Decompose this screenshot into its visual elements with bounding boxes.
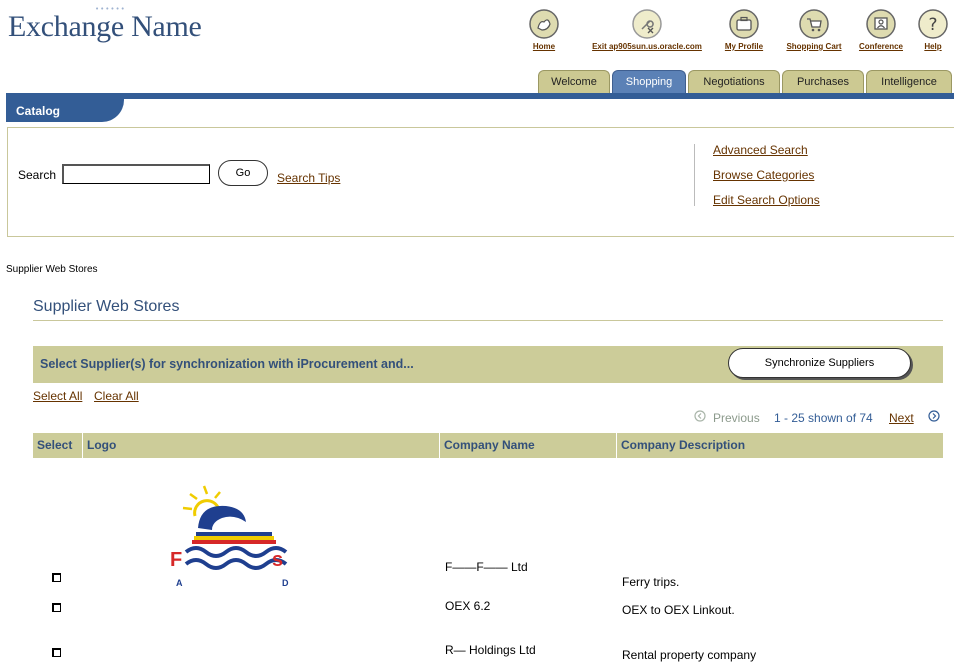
breadcrumb: Supplier Web Stores bbox=[6, 264, 98, 275]
column-header-logo: Logo bbox=[87, 438, 117, 452]
help-icon: ? bbox=[918, 9, 948, 39]
next-arrow-icon[interactable] bbox=[928, 410, 940, 422]
company-name: R— Holdings Ltd bbox=[445, 643, 536, 657]
global-link-shopping-cart[interactable]: Shopping Cart bbox=[779, 8, 849, 51]
company-description: OEX to OEX Linkout. bbox=[622, 603, 735, 617]
company-name: F——F—— Ltd bbox=[445, 560, 528, 574]
shopping-cart-icon bbox=[799, 9, 829, 39]
page-title: Supplier Web Stores bbox=[33, 298, 180, 315]
home-icon bbox=[529, 9, 559, 39]
tab-welcome[interactable]: Welcome bbox=[538, 70, 610, 93]
company-description: Rental property company bbox=[622, 648, 757, 662]
search-input[interactable] bbox=[62, 164, 210, 184]
global-link-label: My Profile bbox=[724, 42, 764, 51]
svg-text:F: F bbox=[170, 549, 182, 571]
column-divider bbox=[439, 433, 440, 458]
global-link-home[interactable]: Home bbox=[524, 8, 564, 51]
svg-text:?: ? bbox=[928, 15, 937, 35]
global-link-label: Shopping Cart bbox=[786, 42, 842, 51]
search-label: Search bbox=[18, 168, 57, 182]
conference-icon bbox=[866, 9, 896, 39]
svg-text:s: s bbox=[272, 549, 283, 571]
global-link-label: Home bbox=[532, 42, 556, 51]
previous-link: Previous bbox=[713, 411, 760, 425]
column-divider bbox=[82, 433, 83, 458]
subtab-catalog[interactable]: Catalog bbox=[6, 99, 124, 122]
company-name: OEX 6.2 bbox=[445, 599, 491, 613]
advanced-search-link[interactable]: Advanced Search bbox=[713, 143, 808, 157]
global-link-conference[interactable]: Conference bbox=[853, 8, 909, 51]
column-divider bbox=[616, 433, 617, 458]
browse-categories-link[interactable]: Browse Categories bbox=[713, 168, 814, 182]
exit-key-icon bbox=[632, 9, 662, 39]
briefcase-icon bbox=[729, 9, 759, 39]
row-select-checkbox[interactable] bbox=[52, 573, 61, 582]
column-header-company-name: Company Name bbox=[444, 438, 535, 452]
global-link-label: Conference bbox=[858, 42, 903, 51]
tab-intelligence[interactable]: Intelligence bbox=[866, 70, 952, 93]
svg-text:D: D bbox=[282, 578, 289, 588]
select-all-link[interactable]: Select All bbox=[33, 389, 82, 403]
company-description: Ferry trips. bbox=[622, 575, 680, 589]
divider bbox=[33, 320, 943, 321]
divider bbox=[694, 144, 695, 206]
go-button[interactable]: Go bbox=[218, 160, 268, 186]
tab-bar bbox=[6, 93, 954, 99]
brand-name: Exchange Name bbox=[8, 10, 202, 43]
global-link-my-profile[interactable]: My Profile bbox=[719, 8, 769, 51]
sync-instruction: Select Supplier(s) for synchronization w… bbox=[40, 357, 414, 371]
global-link-label: Help bbox=[924, 42, 942, 51]
next-link[interactable]: Next bbox=[889, 411, 914, 425]
synchronize-suppliers-button[interactable]: Synchronize Suppliers bbox=[728, 348, 911, 378]
svg-text:A: A bbox=[176, 578, 183, 588]
tab-shopping[interactable]: Shopping bbox=[612, 70, 686, 93]
page-range: 1 - 25 shown of 74 bbox=[774, 411, 873, 425]
brand-logo: Exchange Name •••••• bbox=[8, 5, 202, 44]
column-header-select: Select bbox=[37, 438, 73, 452]
global-link-exit[interactable]: Exit ap905sun.us.oracle.com bbox=[577, 8, 717, 51]
global-link-label: Exit ap905sun.us.oracle.com bbox=[592, 42, 702, 51]
brand-dots: •••••• bbox=[95, 5, 126, 13]
global-link-help[interactable]: ? Help bbox=[916, 8, 950, 51]
previous-arrow-icon bbox=[694, 410, 706, 422]
tab-purchases[interactable]: Purchases bbox=[782, 70, 864, 93]
tab-negotiations[interactable]: Negotiations bbox=[688, 70, 780, 93]
clear-all-link[interactable]: Clear All bbox=[94, 389, 139, 403]
edit-search-options-link[interactable]: Edit Search Options bbox=[713, 193, 820, 207]
search-tips-link[interactable]: Search Tips bbox=[277, 171, 340, 185]
company-logo-image: F s A D bbox=[170, 485, 289, 588]
row-select-checkbox[interactable] bbox=[52, 648, 61, 657]
row-select-checkbox[interactable] bbox=[52, 603, 61, 612]
column-header-company-description: Company Description bbox=[621, 438, 746, 452]
